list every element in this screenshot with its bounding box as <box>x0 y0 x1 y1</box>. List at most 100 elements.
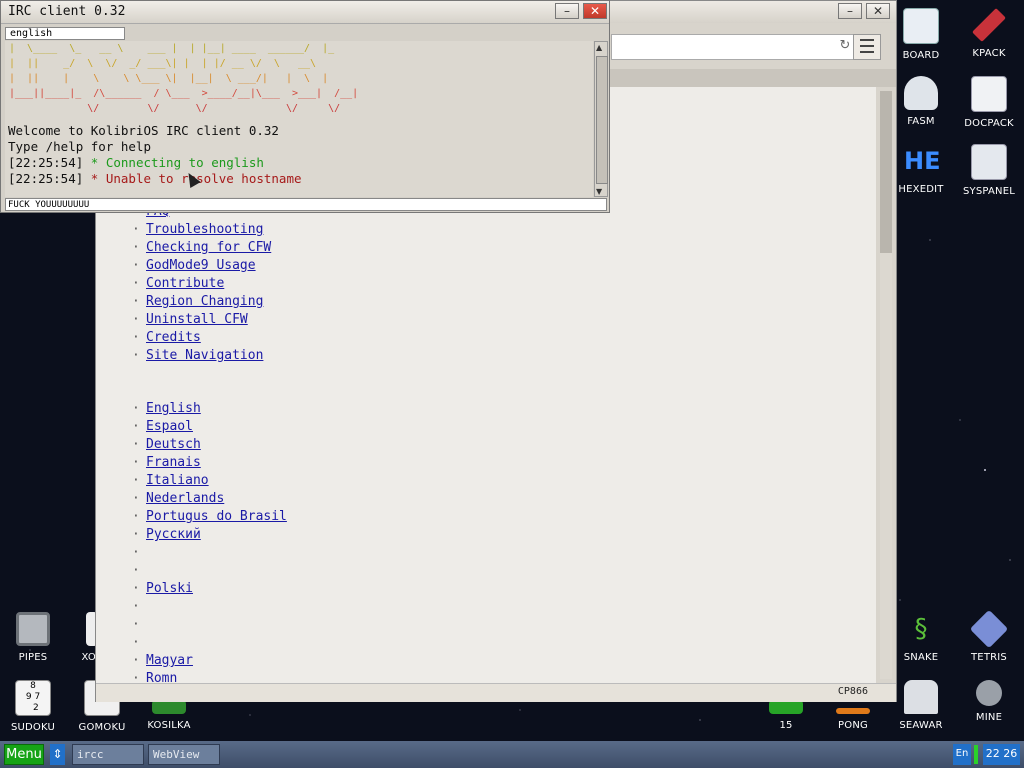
link-romana[interactable]: Romn <box>146 671 177 683</box>
link-portugues[interactable]: Portugus do Brasil <box>146 509 287 524</box>
status-bar: CP866 <box>96 683 896 702</box>
hexedit-icon: HE <box>904 147 941 175</box>
board-desktop-icon[interactable]: BOARD <box>889 8 953 61</box>
irc-close-button[interactable]: ✕ <box>583 3 607 19</box>
chat-log: | \____ \_ __ \ ___ | | |__| ____ ______… <box>5 41 593 197</box>
activity-indicator <box>974 745 978 764</box>
list-item: · Polski <box>132 581 193 596</box>
syspanel-desktop-icon[interactable]: SYSPANEL <box>957 144 1021 197</box>
mine-icon <box>976 680 1002 706</box>
link-godmode9[interactable]: GodMode9 Usage <box>146 258 256 273</box>
link-region-changing[interactable]: Region Changing <box>146 294 263 309</box>
start-menu-button[interactable]: Menu <box>4 744 44 765</box>
pong-icon <box>836 708 870 714</box>
link-checking-cfw[interactable]: Checking for CFW <box>146 240 271 255</box>
list-item: · Portugus do Brasil <box>132 509 287 524</box>
message-list: Welcome to KolibriOS IRC client 0.32 Typ… <box>8 123 302 187</box>
close-button[interactable]: ✕ <box>866 3 890 19</box>
reload-icon[interactable]: ↻ <box>838 39 852 53</box>
snake-desktop-icon[interactable]: § SNAKE <box>889 612 953 663</box>
link-english[interactable]: English <box>146 401 201 416</box>
fifteen-icon <box>769 700 803 714</box>
pipes-desktop-icon[interactable]: PIPES <box>1 612 65 663</box>
taskbar-item-webview[interactable]: WebView <box>148 744 220 765</box>
kpack-icon <box>972 8 1006 42</box>
docpack-desktop-icon[interactable]: DOCPACK <box>957 76 1021 129</box>
fasm-desktop-icon[interactable]: FASM <box>889 76 953 127</box>
fasm-icon <box>904 76 938 110</box>
docpack-icon <box>971 76 1007 112</box>
chat-scrollbar[interactable]: ▲ ▼ <box>594 41 608 197</box>
link-site-navigation[interactable]: Site Navigation <box>146 348 263 363</box>
list-item: · <box>132 545 140 560</box>
page-scrollbar[interactable] <box>880 91 892 679</box>
kosilka-icon <box>152 700 186 714</box>
ascii-art-line: | || _/ \ \/ _/ ___\| | | |/ __ \/ \ __\ <box>9 58 317 69</box>
message-line: Welcome to KolibriOS IRC client 0.32 <box>8 123 279 138</box>
link-italiano[interactable]: Italiano <box>146 473 209 488</box>
snake-icon: § <box>914 614 928 644</box>
timestamp: [22:25:54] <box>8 155 84 170</box>
link-russian[interactable]: Русский <box>146 527 201 542</box>
sudoku-desktop-icon[interactable]: 89 7 2 SUDOKU <box>1 680 65 733</box>
list-item: · Contribute <box>132 276 225 291</box>
list-item: · Checking for CFW <box>132 240 272 255</box>
link-credits[interactable]: Credits <box>146 330 201 345</box>
seawar-desktop-icon[interactable]: SEAWAR <box>889 680 953 731</box>
encoding-label: CP866 <box>837 686 868 697</box>
list-item: · English <box>132 401 201 416</box>
list-item: · Espaol <box>132 419 193 434</box>
list-item: · <box>132 635 140 650</box>
tetris-icon <box>969 609 1009 649</box>
minimize-button[interactable]: – <box>838 3 862 19</box>
link-magyar[interactable]: Magyar <box>146 653 193 668</box>
irc-minimize-button[interactable]: – <box>555 3 579 19</box>
kpack-desktop-icon[interactable]: KPACK <box>957 8 1021 59</box>
list-item: · <box>132 599 140 614</box>
message-line: Type /help for help <box>8 139 151 154</box>
scrollbar-thumb[interactable] <box>880 91 892 253</box>
irc-window[interactable]: IRC client 0.32 – ✕ english | \____ \_ _… <box>0 0 610 213</box>
address-bar[interactable]: ↻ <box>611 34 859 60</box>
syspanel-icon <box>971 144 1007 180</box>
language-link-list: · English · Espaol · Deutsch · Franais · Ital… <box>132 400 287 683</box>
mine-desktop-icon[interactable]: MINE <box>957 680 1021 723</box>
link-uninstall-cfw[interactable]: Uninstall CFW <box>146 312 248 327</box>
language-indicator[interactable]: En <box>953 744 971 765</box>
link-deutsch[interactable]: Deutsch <box>146 437 201 452</box>
arrow-up-icon[interactable]: ⇕ <box>50 744 65 765</box>
timestamp: [22:25:54] <box>8 171 84 186</box>
ascii-art-line: \/ \/ \/ \/ \/ <box>9 103 341 114</box>
list-item: · Magyar <box>132 653 193 668</box>
scroll-up-icon[interactable]: ▲ <box>596 43 602 52</box>
hexedit-desktop-icon[interactable]: HE HEXEDIT <box>889 144 953 195</box>
xo-desktop-icon[interactable]: XO <box>58 612 98 663</box>
seawar-icon <box>904 680 938 714</box>
board-icon <box>903 8 939 44</box>
list-item: · <box>132 617 140 632</box>
list-item: · Nederlands <box>132 491 225 506</box>
scroll-down-icon[interactable]: ▼ <box>596 187 602 196</box>
taskbar-item-ircc[interactable]: ircc <box>72 744 144 765</box>
list-item: · Region Changing <box>132 294 264 309</box>
message-text: * Connecting to english <box>83 155 264 170</box>
ascii-art-line: |___||____|_ /\______ / \___ >____/__|\_… <box>9 88 359 99</box>
message-line: [22:25:54] * Unable to resolve hostname <box>8 171 302 187</box>
link-contribute[interactable]: Contribute <box>146 276 224 291</box>
tetris-desktop-icon[interactable]: TETRIS <box>957 609 1021 663</box>
link-polski[interactable]: Polski <box>146 581 193 596</box>
list-item: · <box>132 563 140 578</box>
taskbar: Menu ⇕ ircc WebView En 22 26 <box>0 741 1024 768</box>
link-nederlands[interactable]: Nederlands <box>146 491 224 506</box>
list-item: · Русский <box>132 527 201 542</box>
channel-tab[interactable]: english <box>5 27 125 40</box>
link-francais[interactable]: Franais <box>146 455 201 470</box>
link-troubleshooting[interactable]: Troubleshooting <box>146 222 263 237</box>
menu-button[interactable] <box>853 34 881 60</box>
nav-link-list: ·FAQ ·Troubleshooting ·Checking for CFW … <box>132 203 271 365</box>
message-input[interactable] <box>5 198 607 211</box>
ascii-art-line: | \____ \_ __ \ ___ | | |__| ____ ______… <box>9 43 335 54</box>
list-item: · Franais <box>132 455 201 470</box>
link-espanol[interactable]: Espaol <box>146 419 193 434</box>
chat-scrollbar-thumb[interactable] <box>596 56 608 184</box>
